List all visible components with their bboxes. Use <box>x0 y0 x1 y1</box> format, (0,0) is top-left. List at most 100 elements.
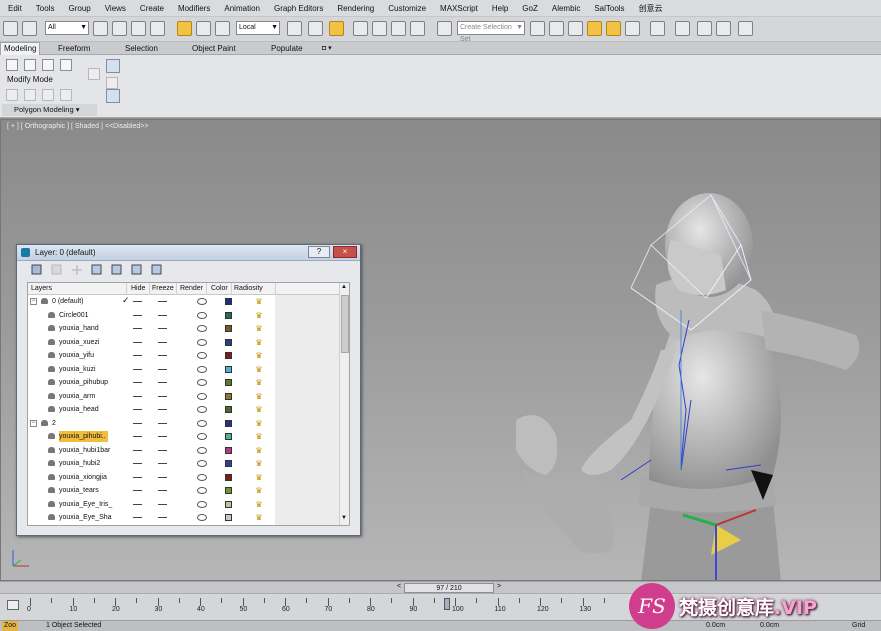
freeze-toggle[interactable] <box>158 395 167 397</box>
radiosity-icon[interactable]: ♛ <box>254 459 264 468</box>
layer-row[interactable]: youxia_head ♛ <box>28 403 339 417</box>
help-button[interactable]: ? <box>308 246 330 258</box>
highlight-selected-layer-icon[interactable] <box>111 264 123 276</box>
layer-manager-icon[interactable] <box>568 21 583 36</box>
render-eye-icon[interactable] <box>197 460 207 467</box>
radiosity-icon[interactable]: ♛ <box>254 432 264 441</box>
viewport-label[interactable]: [ + ] [ Orthographic ] [ Shaded ] <<Disa… <box>7 123 148 130</box>
layer-row[interactable]: youxia_tears ♛ <box>28 484 339 498</box>
rendered-frame-window-icon[interactable] <box>697 21 712 36</box>
radiosity-icon[interactable]: ♛ <box>254 486 264 495</box>
layer-row[interactable]: youxia_Eye_Iris_ ♛ <box>28 498 339 512</box>
layer-list-scrollbar[interactable]: ▲ ▼ <box>339 283 349 525</box>
layer-color-swatch[interactable] <box>225 433 232 440</box>
radiosity-icon[interactable]: ♛ <box>254 446 264 455</box>
radiosity-icon[interactable]: ♛ <box>254 365 264 374</box>
layer-row[interactable]: youxia_pihubup ♛ <box>28 376 339 390</box>
layer-manager-dialog[interactable]: Layer: 0 (default) ? × Layers Hide Freez… <box>16 244 361 536</box>
hide-toggle[interactable] <box>133 517 142 518</box>
snaps-toggle-icon[interactable] <box>353 21 368 36</box>
layer-name[interactable]: youxia_pihubi.. <box>59 431 108 442</box>
hide-toggle[interactable] <box>133 355 142 356</box>
undo-icon[interactable] <box>3 21 18 36</box>
menu-item-12[interactable]: GoZ <box>522 4 538 13</box>
delete-layer-icon[interactable] <box>51 264 63 276</box>
layer-row[interactable]: − 0 (default) ✓ ♛ <box>28 295 339 309</box>
hide-toggle[interactable] <box>133 503 142 505</box>
freeze-toggle[interactable] <box>158 503 167 505</box>
render-production-icon[interactable] <box>716 21 731 36</box>
hide-toggle[interactable] <box>133 409 142 410</box>
radiosity-icon[interactable]: ♛ <box>254 392 264 401</box>
layer-color-swatch[interactable] <box>225 365 232 373</box>
freeze-toggle[interactable] <box>158 463 167 464</box>
keyboard-shortcut-override-icon[interactable] <box>329 21 344 36</box>
graphite-ribbon-icon[interactable] <box>587 21 602 36</box>
menu-item-8[interactable]: Rendering <box>337 4 374 13</box>
close-button[interactable]: × <box>333 246 357 258</box>
tab-modeling[interactable]: Modeling <box>0 42 41 55</box>
layer-name[interactable]: youxia_xiongjia <box>59 472 109 483</box>
layer-name[interactable]: youxia_arm <box>59 391 97 402</box>
hide-toggle[interactable] <box>133 395 142 397</box>
freeze-toggle[interactable] <box>158 314 167 316</box>
layer-row[interactable]: youxia_xiongjia ♛ <box>28 471 339 485</box>
active-layer-check-icon[interactable]: ✓ <box>122 295 130 306</box>
freeze-toggle[interactable] <box>158 449 167 451</box>
menu-item-5[interactable]: Modifiers <box>178 4 210 13</box>
scroll-up-icon[interactable]: ▲ <box>341 284 347 290</box>
rectangle-selection-icon[interactable] <box>131 21 146 36</box>
menu-item-14[interactable]: SalTools <box>594 4 624 13</box>
render-eye-icon[interactable] <box>197 433 207 440</box>
render-eye-icon[interactable] <box>197 406 207 413</box>
render-eye-icon[interactable] <box>197 338 207 346</box>
scale-icon[interactable] <box>215 21 230 36</box>
render-eye-icon[interactable] <box>197 311 207 319</box>
hide-toggle[interactable] <box>133 436 142 437</box>
hide-toggle[interactable] <box>133 301 142 302</box>
select-object-icon[interactable] <box>93 21 108 36</box>
render-setup-icon[interactable] <box>675 21 690 36</box>
frame-counter[interactable]: 97 / 210 <box>404 583 494 593</box>
layer-row[interactable]: youxia_hand ♛ <box>28 322 339 336</box>
mirror-icon[interactable] <box>530 21 545 36</box>
collapse-icon[interactable]: − <box>30 298 37 305</box>
select-objects-in-layer-icon[interactable] <box>91 264 103 276</box>
radiosity-icon[interactable]: ♛ <box>254 351 264 360</box>
hide-toggle[interactable] <box>133 449 142 451</box>
radiosity-icon[interactable]: ♛ <box>254 297 264 306</box>
ribbon-options-icon[interactable]: ◘ ▾ <box>322 44 332 52</box>
radiosity-icon[interactable]: ♛ <box>254 324 264 333</box>
layer-name[interactable]: youxia_tears <box>59 485 101 496</box>
menu-item-10[interactable]: MAXScript <box>440 4 478 13</box>
pivot-center-icon[interactable] <box>287 21 302 36</box>
freeze-toggle[interactable] <box>158 328 167 329</box>
layer-color-swatch[interactable] <box>225 500 232 508</box>
tab-populate[interactable]: Populate <box>271 44 303 53</box>
ribbon-side-icon-2[interactable] <box>106 77 118 89</box>
polygon-modeling-panel-label[interactable]: Polygon Modeling ▾ <box>2 104 97 116</box>
radiosity-icon[interactable]: ♛ <box>254 405 264 414</box>
layer-color-swatch[interactable] <box>225 298 232 305</box>
render-eye-icon[interactable] <box>197 392 207 400</box>
vertex-icon[interactable] <box>6 59 18 71</box>
settings-icon[interactable] <box>60 89 72 101</box>
col-color[interactable]: Color <box>211 285 228 292</box>
col-layers[interactable]: Layers <box>31 285 52 292</box>
tab-selection[interactable]: Selection <box>125 44 158 53</box>
layer-row[interactable]: youxia_yifu ♛ <box>28 349 339 363</box>
layer-name[interactable]: youxia_hubi1bar <box>59 445 112 456</box>
render-eye-icon[interactable] <box>197 487 207 494</box>
render-teapot-icon[interactable] <box>738 21 753 36</box>
layer-color-swatch[interactable] <box>225 419 232 427</box>
rotate-icon[interactable] <box>196 21 211 36</box>
render-eye-icon[interactable] <box>197 419 207 427</box>
tab-freeform[interactable]: Freeform <box>58 44 90 53</box>
hide-toggle[interactable] <box>133 476 142 478</box>
stack-icon[interactable] <box>24 89 36 101</box>
layer-row[interactable]: youxia_Eye_Sha ♛ <box>28 511 339 525</box>
window-crossing-icon[interactable] <box>150 21 165 36</box>
layer-name[interactable]: youxia_kuzi <box>59 364 98 375</box>
menu-item-0[interactable]: Edit <box>8 4 22 13</box>
redo-icon[interactable] <box>22 21 37 36</box>
